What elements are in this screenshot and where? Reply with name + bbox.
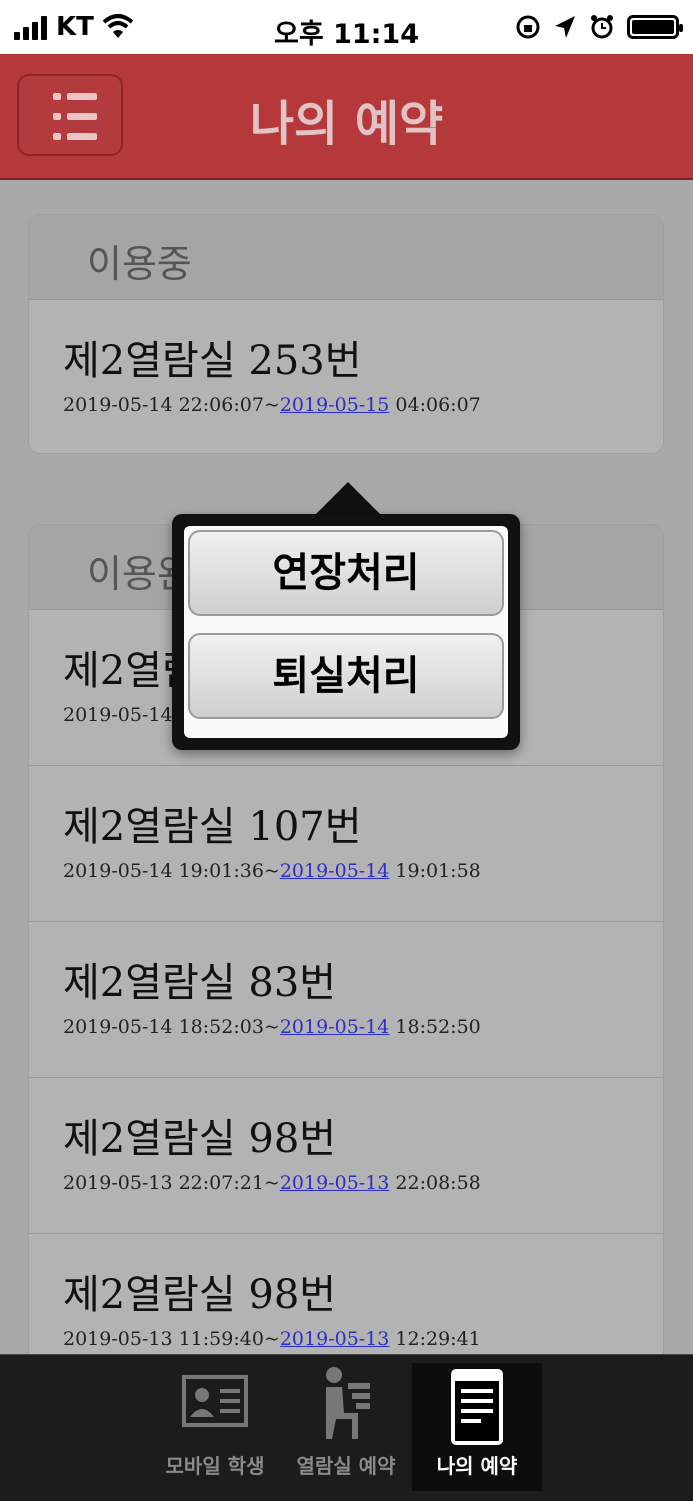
tab-mobile-student[interactable]: 모바일 학생: [150, 1363, 280, 1491]
reservation-item[interactable]: 제2열람실 98번 2019-05-13 22:07:21~2019-05-13…: [29, 1078, 663, 1234]
end-date-link[interactable]: 2019-05-14: [280, 860, 390, 882]
alarm-icon: [591, 15, 613, 39]
section-header: 이용중: [29, 215, 663, 300]
seat-name: 제2열람실 98번: [63, 1116, 337, 1162]
tab-reading-room[interactable]: 열람실 예약: [281, 1363, 411, 1491]
status-bar: KT 오후 11:14: [0, 0, 693, 54]
reservation-item[interactable]: 제2열람실 107번 2019-05-14 19:01:36~2019-05-1…: [29, 766, 663, 922]
reservation-item[interactable]: 제2열람실 253번 2019-05-14 22:06:07~2019-05-1…: [29, 300, 663, 453]
seat-name: 제2열람실 107번: [63, 804, 362, 850]
action-popover: 연장처리 퇴실처리: [172, 514, 520, 750]
reservation-time: 2019-05-14 22:06:07~2019-05-15 04:06:07: [63, 394, 481, 416]
app-header: 나의 예약: [0, 54, 693, 180]
seat-name: 제2열람실 253번: [63, 338, 362, 384]
tab-label: 모바일 학생: [165, 1454, 265, 1478]
extend-button[interactable]: 연장처리: [188, 530, 504, 616]
reservation-time: 2019-05-13 22:07:21~2019-05-13 22:08:58: [63, 1172, 481, 1194]
orientation-lock-icon: [516, 15, 540, 39]
tab-bar: 모바일 학생 열람실 예약 나의 예약: [0, 1354, 693, 1501]
in-use-section: 이용중 제2열람실 253번 2019-05-14 22:06:07~2019-…: [28, 214, 664, 454]
end-date-link[interactable]: 2019-05-13: [280, 1172, 390, 1194]
document-icon: [451, 1369, 503, 1445]
tab-label: 열람실 예약: [296, 1454, 396, 1478]
battery-icon: [627, 15, 683, 39]
end-date-link[interactable]: 2019-05-14: [280, 1016, 390, 1038]
section-title: 이용중: [87, 242, 192, 286]
popover-arrow: [314, 482, 382, 516]
end-date-link[interactable]: 2019-05-13: [280, 1328, 390, 1350]
seat-name: 제2열람실 83번: [63, 960, 337, 1006]
id-card-icon: [182, 1375, 248, 1427]
page-title: 나의 예약: [249, 96, 444, 152]
tab-label: 나의 예약: [436, 1454, 518, 1478]
seat-icon: [326, 1367, 370, 1439]
reservation-time: 2019-05-13 11:59:40~2019-05-13 12:29:41: [63, 1328, 481, 1350]
reservation-item[interactable]: 제2열람실 83번 2019-05-14 18:52:03~2019-05-14…: [29, 922, 663, 1078]
reservation-time: 2019-05-14 18:52:03~2019-05-14 18:52:50: [63, 1016, 481, 1038]
seat-name: 제2열람실 98번: [63, 1272, 337, 1318]
location-icon: [555, 16, 575, 38]
tab-my-reservation[interactable]: 나의 예약: [412, 1363, 542, 1491]
end-date-link[interactable]: 2019-05-15: [280, 394, 390, 416]
checkout-button[interactable]: 퇴실처리: [188, 633, 504, 719]
reservation-time: 2019-05-14 19:01:36~2019-05-14 19:01:58: [63, 860, 481, 882]
